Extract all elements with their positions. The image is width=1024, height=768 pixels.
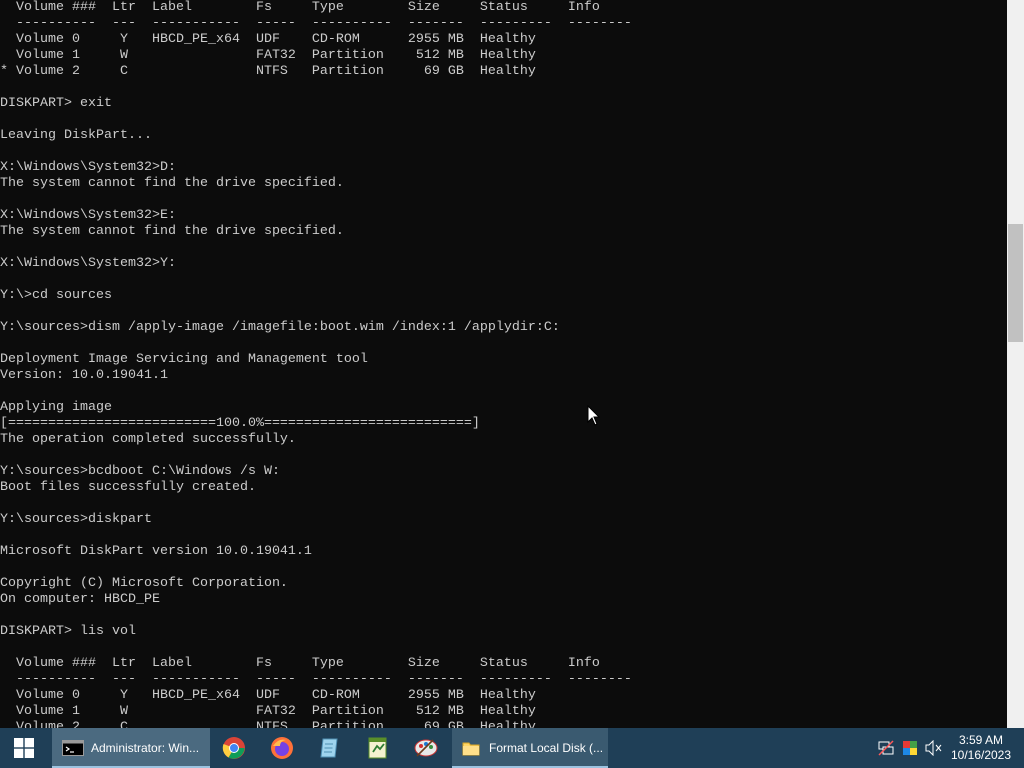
tray-volume[interactable] — [922, 728, 946, 768]
taskbar-spreadsheet[interactable] — [354, 728, 402, 768]
taskbar-firefox[interactable] — [258, 728, 306, 768]
console-scrollbar[interactable] — [1007, 0, 1024, 728]
console-line: On computer: HBCD_PE — [0, 592, 160, 607]
console-line: Y:\>cd sources — [0, 288, 112, 303]
console-line: [==========================100.0%=======… — [0, 416, 480, 431]
scrollbar-thumb[interactable] — [1008, 224, 1023, 342]
taskbar-clock[interactable]: 3:59 AM 10/16/2023 — [946, 733, 1016, 763]
console-line: DISKPART> lis vol — [0, 624, 136, 639]
console-line: Y:\sources>diskpart — [0, 512, 152, 527]
tray-display[interactable] — [898, 728, 922, 768]
console-line: Y:\sources>dism /apply-image /imagefile:… — [0, 320, 560, 335]
console-line: ---------- --- ----------- ----- -------… — [0, 672, 632, 687]
console-line: The operation completed successfully. — [0, 432, 296, 447]
tray-network[interactable] — [874, 728, 898, 768]
taskbar: Administrator: Win... Format Local Disk … — [0, 728, 1024, 768]
system-tray: 3:59 AM 10/16/2023 — [874, 728, 1024, 768]
taskbar-notepad[interactable] — [306, 728, 354, 768]
notepad-icon — [320, 738, 338, 758]
console-line: The system cannot find the drive specifi… — [0, 176, 344, 191]
console-line: Volume ### Ltr Label Fs Type Size Status… — [0, 0, 600, 15]
cmd-icon — [62, 740, 84, 756]
taskbar-cmd-label: Administrator: Win... — [91, 741, 200, 755]
console-line: Volume 1 W FAT32 Partition 512 MB Health… — [0, 48, 536, 63]
taskbar-format-window[interactable]: Format Local Disk (... — [452, 728, 608, 768]
console-line: X:\Windows\System32>E: — [0, 208, 176, 223]
taskbar-format-label: Format Local Disk (... — [489, 741, 604, 755]
console-line: Deployment Image Servicing and Managemen… — [0, 352, 368, 367]
paint-icon — [414, 739, 438, 757]
console-line: Copyright (C) Microsoft Corporation. — [0, 576, 288, 591]
console-line: Volume 2 C NTFS Partition 69 GB Healthy — [0, 720, 536, 728]
console-line: Boot files successfully created. — [0, 480, 256, 495]
network-icon — [878, 740, 894, 756]
console-line: Volume ### Ltr Label Fs Type Size Status… — [0, 656, 600, 671]
console-line: Leaving DiskPart... — [0, 128, 152, 143]
console-line: Version: 10.0.19041.1 — [0, 368, 168, 383]
console-output: Volume ### Ltr Label Fs Type Size Status… — [0, 0, 632, 728]
clock-date: 10/16/2023 — [950, 748, 1012, 762]
console-line: DISKPART> exit — [0, 96, 112, 111]
firefox-icon — [271, 737, 293, 759]
start-button[interactable] — [0, 728, 48, 768]
spreadsheet-icon — [368, 737, 387, 759]
console-line: ---------- --- ----------- ----- -------… — [0, 16, 632, 31]
folder-icon — [462, 742, 480, 756]
console-line: Volume 0 Y HBCD_PE_x64 UDF CD-ROM 2955 M… — [0, 32, 536, 47]
taskbar-cmd-window[interactable]: Administrator: Win... — [52, 728, 210, 768]
console-line: X:\Windows\System32>Y: — [0, 256, 176, 271]
console-line: Y:\sources>bcdboot C:\Windows /s W: — [0, 464, 280, 479]
console-line: The system cannot find the drive specifi… — [0, 224, 344, 239]
taskbar-chrome[interactable] — [210, 728, 258, 768]
console-window[interactable]: Volume ### Ltr Label Fs Type Size Status… — [0, 0, 1007, 728]
console-line: Applying image — [0, 400, 112, 415]
console-line: Volume 0 Y HBCD_PE_x64 UDF CD-ROM 2955 M… — [0, 688, 536, 703]
console-line: Microsoft DiskPart version 10.0.19041.1 — [0, 544, 312, 559]
console-line: * Volume 2 C NTFS Partition 69 GB Health… — [0, 64, 536, 79]
windows-logo-icon — [14, 738, 34, 758]
console-line: Volume 1 W FAT32 Partition 512 MB Health… — [0, 704, 536, 719]
volume-muted-icon — [925, 740, 942, 756]
chrome-icon — [222, 737, 245, 759]
clock-time: 3:59 AM — [958, 733, 1004, 747]
mouse-pointer-icon — [587, 405, 601, 426]
taskbar-paint[interactable] — [402, 728, 450, 768]
console-line: X:\Windows\System32>D: — [0, 160, 176, 175]
display-settings-icon — [903, 741, 917, 755]
